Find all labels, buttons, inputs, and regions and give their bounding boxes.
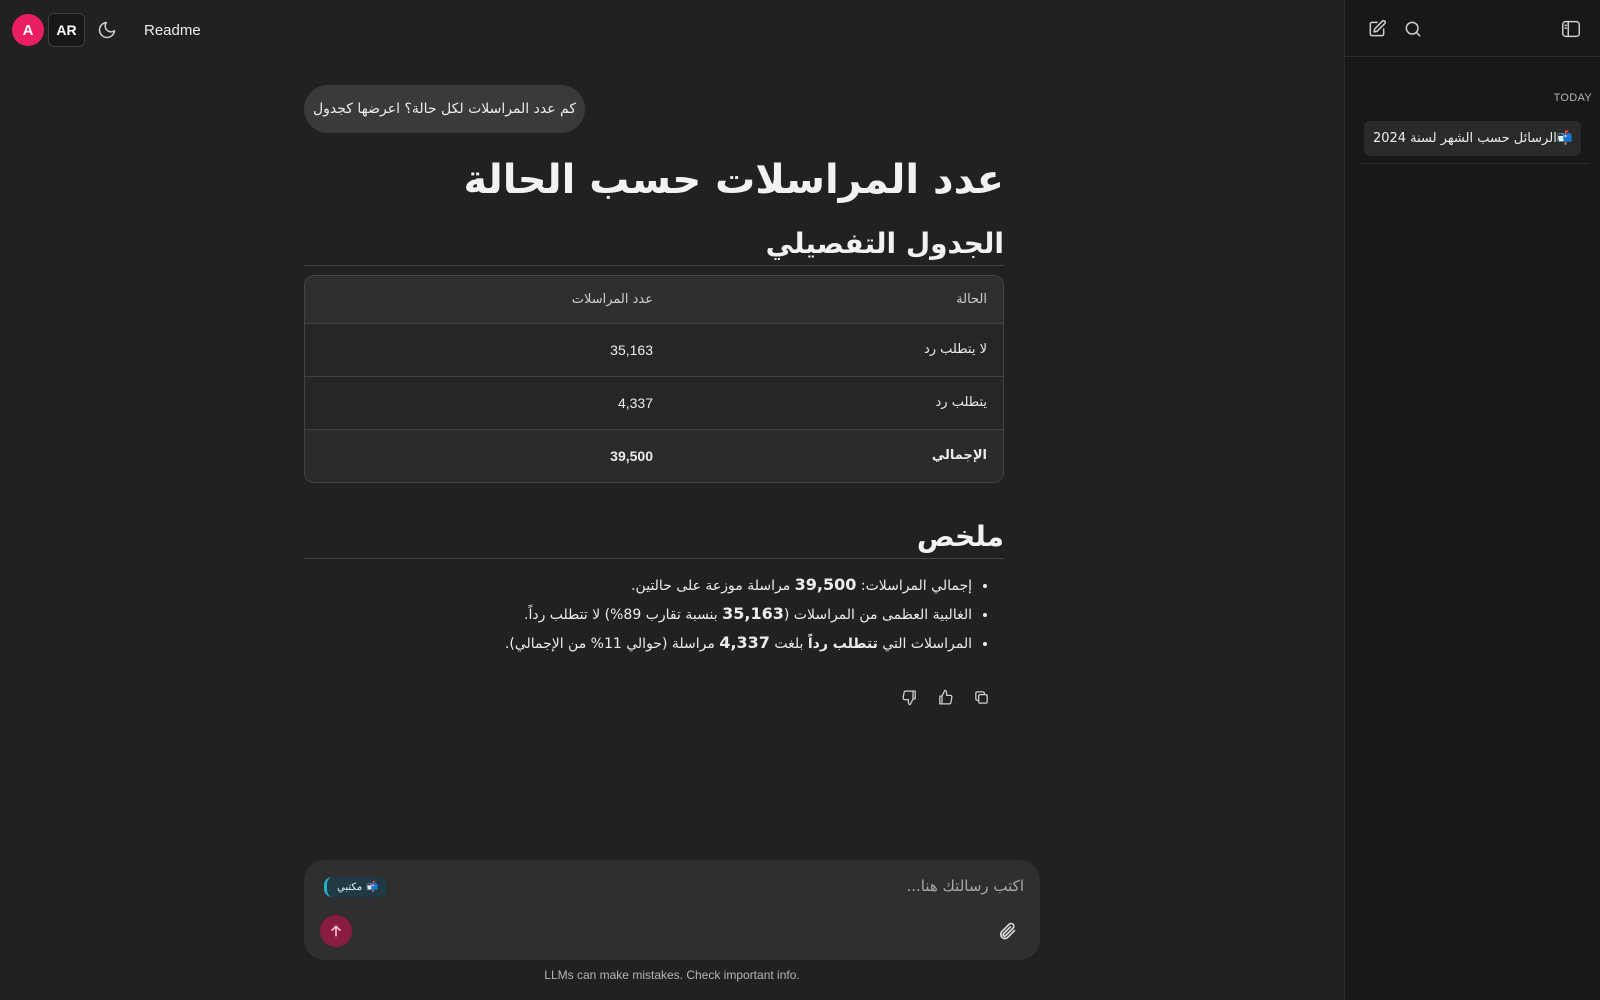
summary-list: إجمالي المراسلات: 39,500 مراسلة موزعة عل… [304,571,1004,658]
summary-text: بلغت [769,636,808,652]
summary-text: بنسبة تقارب 89%) لا تتطلب رداً. [524,607,723,623]
search-button[interactable] [1401,17,1425,41]
library-chip-label: مكتبي [337,881,363,893]
sidebar-toggle-button[interactable] [1559,17,1583,41]
summary-bold: تتطلب رداً [807,636,878,652]
paperclip-icon [997,921,1017,941]
library-chip[interactable]: 📬 مكتبي [324,877,387,897]
table-cell-count: 4,337 [617,394,653,411]
thumbs-down-icon [901,689,918,706]
summary-item: الغالبية العظمى من المراسلات (35,163 بنس… [304,600,972,629]
sidebar-header [1345,0,1600,57]
thumbs-up-icon [937,689,954,706]
thumbs-up-button[interactable] [934,686,956,708]
send-button[interactable] [320,915,352,947]
mailbox-icon: 📬 [366,881,379,893]
edit-icon [1367,19,1387,39]
top-bar: A AR Readme [12,13,201,47]
sidebar-section-today: TODAY [1553,92,1592,104]
status-table: الحالة عدد المراسلات لا يتطلب رد 35,163 … [304,275,1004,483]
summary-text: مراسلة موزعة على حالتين. [631,578,795,594]
summary-bold: 39,500 [794,575,857,594]
table-cell-status: لا يتطلب رد [923,342,987,357]
summary-bold: 35,163 [722,604,784,623]
table-cell-status: يتطلب رد [935,395,987,410]
table-header-status: الحالة [956,291,987,307]
sidebar-item-chat[interactable]: 📬الرسائل حسب الشهر لسنة 2024 [1364,121,1581,156]
summary-text: المراسلات التي [877,636,972,652]
table-heading: الجدول التفصيلي [304,220,1004,266]
summary-text: الغالبية العظمى من المراسلات ( [783,607,972,623]
table-header-row: الحالة عدد المراسلات [305,276,1003,323]
table-header-count: عدد المراسلات [571,291,653,307]
message-composer: 📬 مكتبي [304,860,1040,960]
table-cell-count: 39,500 [610,447,653,464]
summary-text: مراسلة (حوالي 11% من الإجمالي). [504,636,720,652]
language-button[interactable]: AR [48,13,85,47]
table-cell-count: 35,163 [610,341,653,358]
summary-item: إجمالي المراسلات: 39,500 مراسلة موزعة عل… [304,571,972,600]
readme-link[interactable]: Readme [144,22,201,39]
answer-title: عدد المراسلات حسب الحالة [463,157,1004,203]
summary-item: المراسلات التي تتطلب رداً بلغت 4,337 مرا… [304,629,972,658]
copy-icon [973,689,990,706]
moon-icon [97,20,117,40]
sidebar-divider [1361,163,1589,164]
table-row: لا يتطلب رد 35,163 [305,323,1003,376]
attach-button[interactable] [996,920,1018,942]
summary-bold: 4,337 [719,633,770,652]
message-input[interactable] [424,873,1024,899]
avatar[interactable]: A [12,14,44,46]
table-row: يتطلب رد 4,337 [305,376,1003,429]
sidebar: TODAY 📬الرسائل حسب الشهر لسنة 2024 [1344,0,1600,1000]
summary-heading: ملخص [304,513,1004,559]
summary-text: إجمالي المراسلات: [856,578,972,594]
disclaimer-text: LLMs can make mistakes. Check important … [544,968,800,982]
thumbs-down-button[interactable] [898,686,920,708]
user-message-bubble: كم عدد المراسلات لكل حالة؟ اعرضها كجدول [304,85,585,133]
message-actions [304,686,1004,708]
table-cell-status: الإجمالي [931,448,987,464]
arrow-up-icon [328,923,344,939]
sidebar-toggle-icon [1560,18,1582,40]
copy-button[interactable] [970,686,992,708]
theme-toggle-button[interactable] [95,18,119,42]
assistant-answer: عدد المراسلات حسب الحالة الجدول التفصيلي… [304,140,1004,708]
search-icon [1403,19,1423,39]
new-chat-button[interactable] [1365,17,1389,41]
table-row-total: الإجمالي 39,500 [305,429,1003,482]
